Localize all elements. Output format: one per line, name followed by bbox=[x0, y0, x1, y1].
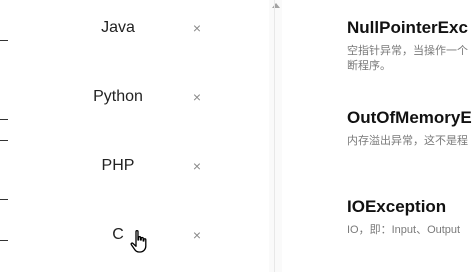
description-line: 空指针异常，当操作一个 bbox=[347, 45, 468, 57]
ruler-tick bbox=[0, 119, 8, 120]
close-icon[interactable]: × bbox=[190, 159, 204, 173]
page: Java × Python × PHP × C × NullPointerExc… bbox=[0, 0, 472, 272]
language-item-php[interactable]: PHP × bbox=[10, 156, 274, 196]
close-icon[interactable]: × bbox=[190, 21, 204, 35]
exception-title: IOException bbox=[347, 197, 447, 216]
language-label: PHP bbox=[101, 157, 135, 174]
ruler-tick bbox=[0, 140, 8, 141]
description-line: 内存溢出异常，这不是程 bbox=[347, 135, 468, 147]
language-label: Java bbox=[101, 19, 135, 36]
close-icon[interactable]: × bbox=[190, 228, 204, 242]
exception-list: NullPointerExc 空指针异常，当操作一个 断程序。 OutOfMem… bbox=[347, 0, 472, 272]
exception-description: 空指针异常，当操作一个 断程序。 bbox=[347, 44, 472, 74]
exception-item[interactable]: NullPointerExc 空指针异常，当操作一个 断程序。 bbox=[347, 18, 472, 74]
ruler-tick bbox=[0, 40, 8, 41]
exception-title: OutOfMemoryE bbox=[347, 108, 472, 127]
language-item-java[interactable]: Java × bbox=[10, 18, 274, 58]
description-line: 断程序。 bbox=[347, 60, 391, 72]
ruler-tick bbox=[0, 199, 8, 200]
panel-divider bbox=[274, 0, 275, 272]
language-item-python[interactable]: Python × bbox=[10, 87, 274, 127]
description-line: IO，即：Input、Output bbox=[347, 224, 461, 236]
exception-description: IO，即：Input、Output bbox=[347, 223, 472, 238]
exception-description: 内存溢出异常，这不是程 bbox=[347, 134, 472, 149]
hand-pointer-icon bbox=[130, 229, 147, 253]
scrollbar[interactable] bbox=[269, 0, 282, 272]
exception-item[interactable]: IOException IO，即：Input、Output bbox=[347, 197, 472, 238]
exception-title: NullPointerExc bbox=[347, 18, 468, 37]
close-icon[interactable]: × bbox=[190, 90, 204, 104]
language-label: Python bbox=[93, 88, 143, 105]
exception-item[interactable]: OutOfMemoryE 内存溢出异常，这不是程 bbox=[347, 108, 472, 149]
ruler-tick bbox=[0, 240, 8, 241]
